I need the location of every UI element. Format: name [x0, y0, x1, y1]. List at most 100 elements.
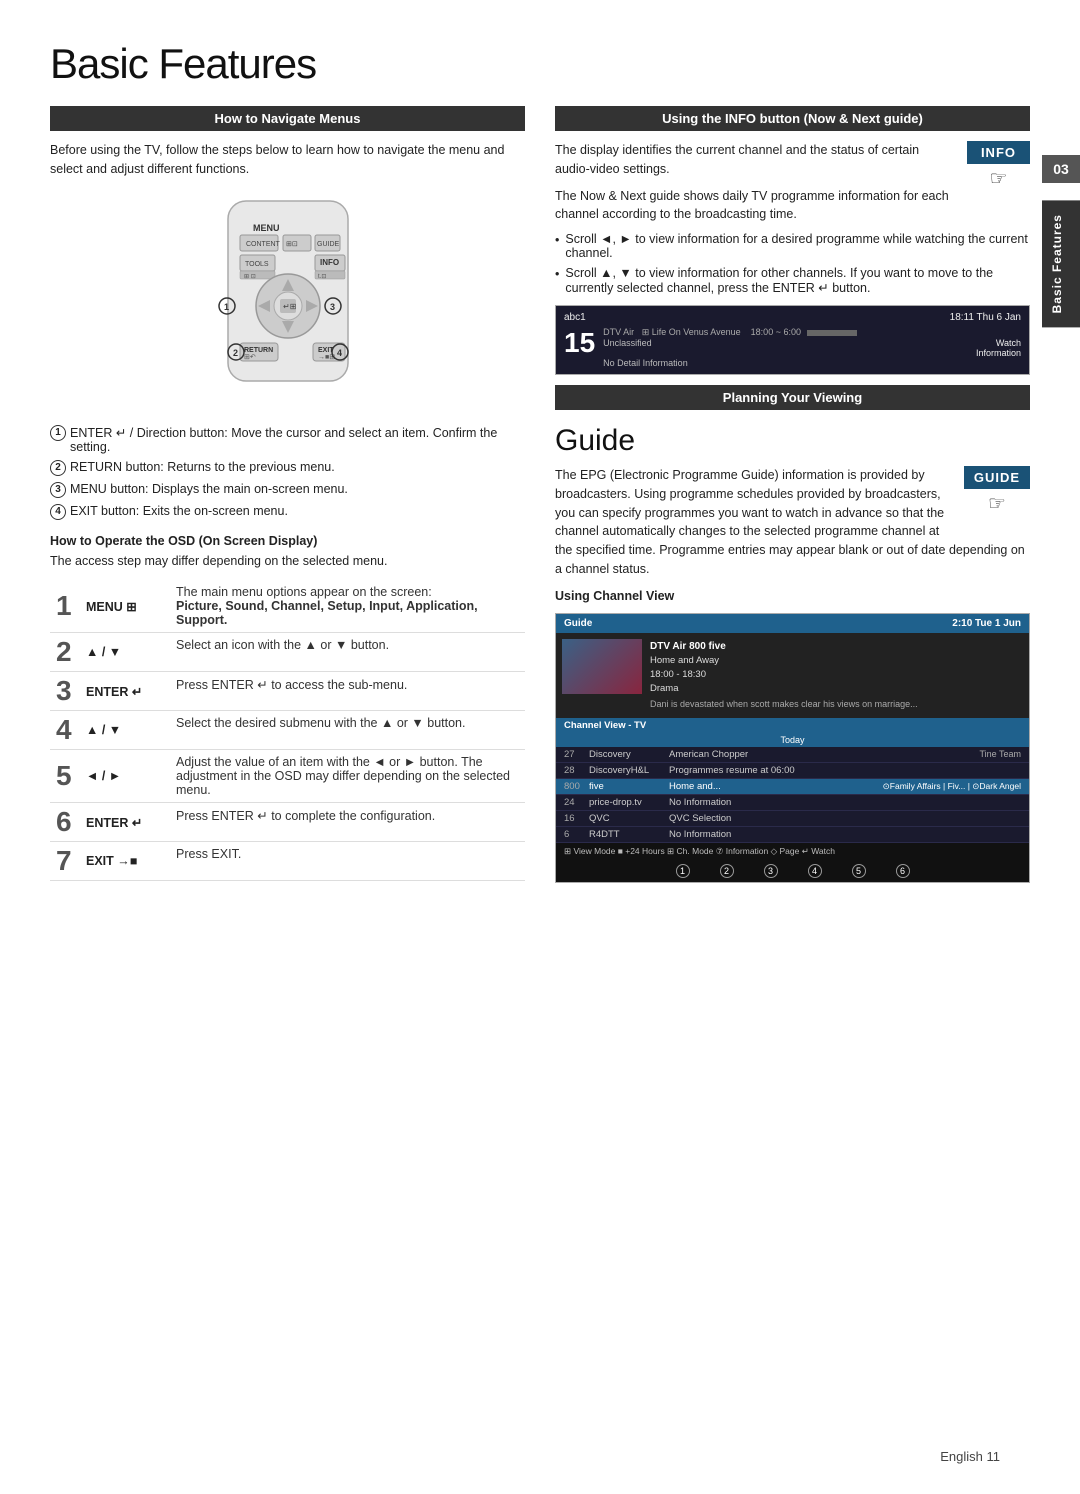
remote-svg: MENU CONTENT ⊞⊡ GUIDE TOOLS ⊞ ⊡ INFO t.⊡	[168, 191, 408, 411]
info-ch-label: DTV Air ⊞ Life On Venus Avenue 18:00 ~ 6…	[603, 327, 1021, 338]
footer-num-6: 6	[896, 864, 910, 878]
circle-3: 3	[50, 482, 66, 498]
bullet-2-text: RETURN button: Returns to the previous m…	[70, 460, 335, 474]
prog-16: QVC Selection	[669, 813, 1021, 824]
section-planning-header: Planning Your Viewing	[555, 385, 1030, 410]
table-row: 7 EXIT →■ Press EXIT.	[50, 842, 525, 881]
step-num-5: 5	[50, 750, 80, 803]
svg-text:⊞ ⊡: ⊞ ⊡	[244, 274, 256, 280]
channel-view-title: Using Channel View	[555, 589, 1030, 603]
info-sub-row: Unclassified Watch Information	[603, 338, 1021, 358]
footer-num-4: 4	[808, 864, 822, 878]
table-row: 1 MENU ⊞ The main menu options appear on…	[50, 580, 525, 633]
footer-num-2: 2	[720, 864, 734, 878]
info-intro1: The display identifies the current chann…	[555, 141, 1030, 179]
navigate-intro: Before using the TV, follow the steps be…	[50, 141, 525, 179]
circle-4: 4	[50, 504, 66, 520]
circle-2: 2	[50, 460, 66, 476]
info-prog-details: DTV Air ⊞ Life On Venus Avenue 18:00 ~ 6…	[603, 327, 1021, 368]
info-prog-icon: ⊞	[642, 327, 650, 337]
step-num-2: 2	[50, 633, 80, 672]
ch-num-800: 800	[564, 781, 589, 792]
ch-name-16: QVC	[589, 813, 669, 824]
prog-800: Home and...	[669, 781, 883, 792]
sidebar-number: 03	[1042, 155, 1080, 183]
bullet-2: 2 RETURN button: Returns to the previous…	[50, 460, 525, 476]
guide-feat-genre: Drama	[650, 682, 918, 696]
guide-button-image: GUIDE	[964, 466, 1030, 489]
svg-text:↵⊞: ↵⊞	[283, 302, 296, 311]
guide-header-left: Guide	[564, 618, 592, 629]
info-btn-wrap: INFO ☞	[967, 141, 1030, 191]
step-desc-2: Select an icon with the ▲ or ▼ button.	[170, 633, 525, 672]
bullet-4: 4 EXIT button: Exits the on-screen menu.	[50, 504, 525, 520]
guide-ch-row-800: 800 five Home and... ⊙Family Affairs | F…	[556, 779, 1029, 795]
step-desc-3: Press ENTER ↵ to access the sub-menu.	[170, 672, 525, 711]
footer-num-5: 5	[852, 864, 866, 878]
info-intro2: The Now & Next guide shows daily TV prog…	[555, 187, 1030, 225]
footer-num-1: 1	[676, 864, 690, 878]
guide-screen-header: Guide 2:10 Tue 1 Jun	[556, 614, 1029, 633]
info-ch-num: 15	[564, 327, 595, 359]
svg-text:TOOLS: TOOLS	[245, 261, 269, 268]
guide-footer-nums: 1 2 3 4 5 6	[556, 860, 1029, 882]
guide-desc: The EPG (Electronic Programme Guide) inf…	[555, 466, 1030, 579]
footer-num-3: 3	[764, 864, 778, 878]
step-cmd-4: ▲ / ▼	[80, 711, 170, 750]
guide-today-label: Today	[556, 733, 1029, 747]
svg-text:MENU: MENU	[253, 223, 280, 233]
info-screen-top: abc1 18:11 Thu 6 Jan	[564, 312, 1021, 323]
svg-text:2: 2	[233, 348, 238, 358]
bullet-1-text: ENTER ↵ / Direction button: Move the cur…	[70, 425, 525, 454]
guide-feat-title: DTV Air 800 five	[650, 639, 918, 654]
info-bullet-1-text: Scroll ◄, ► to view information for a de…	[565, 232, 1030, 260]
step-cmd-6: ENTER ↵	[80, 803, 170, 842]
info-sub1: Unclassified	[603, 338, 652, 358]
prog-27: American Chopper	[669, 749, 979, 760]
ch-num-28: 28	[564, 765, 589, 776]
svg-text:4: 4	[337, 348, 342, 358]
ch-num-16: 16	[564, 813, 589, 824]
ch-num-6: 6	[564, 829, 589, 840]
info-bullet-1: • Scroll ◄, ► to view information for a …	[555, 232, 1030, 260]
circle-1: 1	[50, 425, 66, 441]
table-row: 4 ▲ / ▼ Select the desired submenu with …	[50, 711, 525, 750]
table-row: 2 ▲ / ▼ Select an icon with the ▲ or ▼ b…	[50, 633, 525, 672]
bullet-1: 1 ENTER ↵ / Direction button: Move the c…	[50, 425, 525, 454]
step-num-7: 7	[50, 842, 80, 881]
step-cmd-7: EXIT →■	[80, 842, 170, 881]
page-title: Basic Features	[50, 40, 1030, 88]
guide-ch-row-2: 28 DiscoveryH&L Programmes resume at 06:…	[556, 763, 1029, 779]
ch-num-24: 24	[564, 797, 589, 808]
step-cmd-1: MENU ⊞	[80, 580, 170, 633]
remote-diagram: MENU CONTENT ⊞⊡ GUIDE TOOLS ⊞ ⊡ INFO t.⊡	[50, 191, 525, 411]
guide-title: Guide	[555, 424, 1030, 458]
step-num-3: 3	[50, 672, 80, 711]
info-channel-name: abc1	[564, 312, 586, 323]
info-screen-inner: 15 DTV Air ⊞ Life On Venus Avenue 18:00 …	[564, 327, 1021, 368]
svg-text:CONTENT: CONTENT	[246, 241, 281, 248]
info-actions: Watch Information	[976, 338, 1021, 358]
guide-ch-row-24: 24 price-drop.tv No Information	[556, 795, 1029, 811]
step-num-1: 1	[50, 580, 80, 633]
ch-name-27: Discovery	[589, 749, 669, 760]
svg-text:RETURN: RETURN	[244, 347, 273, 354]
step-desc-1: The main menu options appear on the scre…	[170, 580, 525, 633]
svg-text:t.⊡: t.⊡	[318, 274, 326, 280]
step-desc-4: Select the desired submenu with the ▲ or…	[170, 711, 525, 750]
step-cmd-5: ◄ / ►	[80, 750, 170, 803]
guide-header-right: 2:10 Tue 1 Jun	[952, 618, 1021, 629]
ch-name-6: R4DTT	[589, 829, 669, 840]
svg-text:3: 3	[330, 302, 335, 312]
ch-num-27: 27	[564, 749, 589, 760]
guide-feat-info: DTV Air 800 five Home and Away 18:00 - 1…	[650, 639, 918, 712]
prog-28: Programmes resume at 06:00	[669, 765, 1021, 776]
section-info-header: Using the INFO button (Now & Next guide)	[555, 106, 1030, 131]
guide-ch-view-label: Channel View - TV	[556, 718, 1029, 733]
ch-name-800: five	[589, 781, 669, 792]
step-cmd-2: ▲ / ▼	[80, 633, 170, 672]
step-num-6: 6	[50, 803, 80, 842]
svg-text:⊞↶: ⊞↶	[244, 354, 256, 361]
step-desc-6: Press ENTER ↵ to complete the configurat…	[170, 803, 525, 842]
info-prog-time: 18:00 ~ 6:00	[751, 327, 801, 337]
